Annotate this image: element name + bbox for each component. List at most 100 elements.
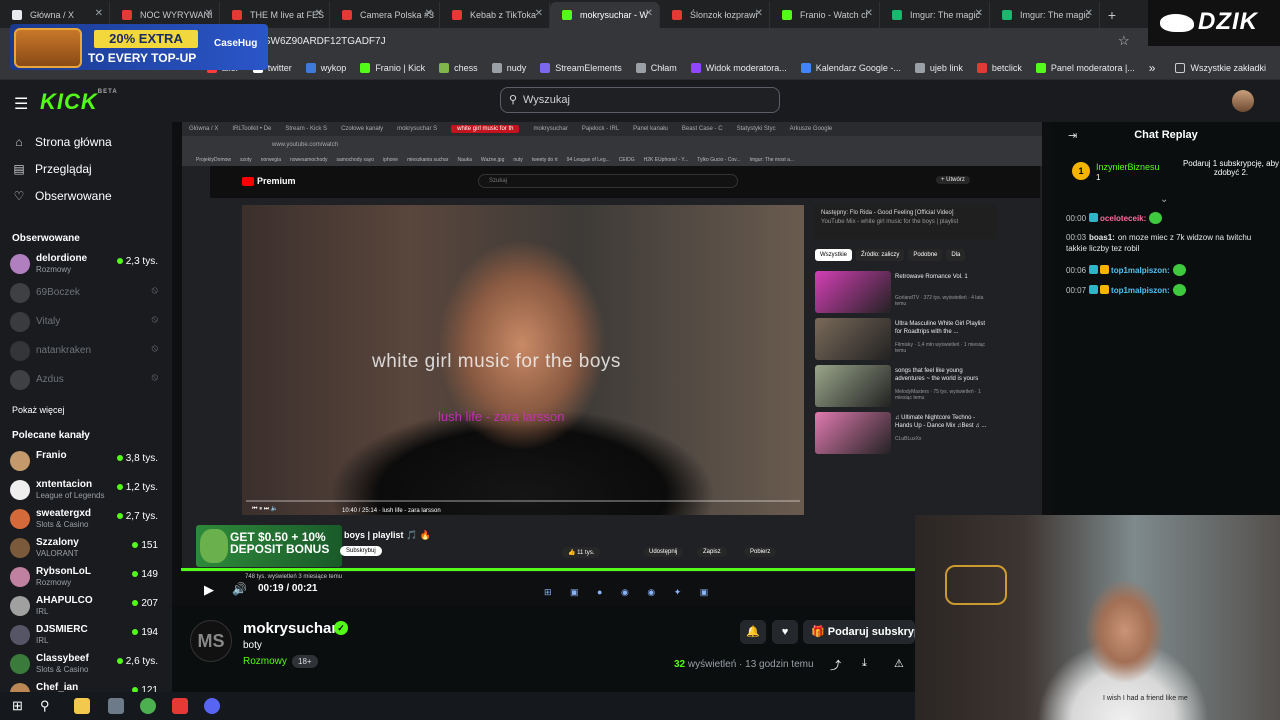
followed-channel[interactable]: 69Boczek ⦸ xyxy=(10,280,162,306)
followed-channel[interactable]: Vitaly ⦸ xyxy=(10,309,162,335)
url-field[interactable]: M0SW6Z90ARDF12TGADF7J xyxy=(250,33,1140,51)
chat-username[interactable]: top1malpiszon: xyxy=(1111,266,1170,275)
recommended-video: ♫ Ultimate Nightcore Techno - Hands Up -… xyxy=(815,412,995,456)
browser-tab[interactable]: Imgur: The magic ✕ xyxy=(990,2,1100,28)
live-dot-icon xyxy=(116,258,123,264)
taskbar-search-icon[interactable]: ⚲ xyxy=(40,698,56,714)
follow-heart-button[interactable]: ♥ xyxy=(772,620,798,644)
recommended-channel[interactable]: Franio 3,8 tys. xyxy=(10,448,162,474)
bookmark-item[interactable]: Franio | Kick xyxy=(360,62,425,73)
vod-stats: 32 wyświetleń · 13 godzin temu xyxy=(674,659,814,670)
tab-close-icon[interactable]: ✕ xyxy=(755,8,763,19)
app-icon[interactable] xyxy=(108,698,124,714)
player-time: 00:19 / 00:21 xyxy=(258,583,318,594)
bookmark-star-icon[interactable]: ☆ xyxy=(1118,33,1130,49)
viewer-count: 1,2 tys. xyxy=(116,482,158,493)
tab-close-icon[interactable]: ✕ xyxy=(645,8,653,19)
tab-close-icon[interactable]: ✕ xyxy=(865,8,873,19)
bookmark-item[interactable]: Widok moderatora... xyxy=(690,62,787,73)
bookmark-item[interactable]: ujeb link xyxy=(914,62,963,73)
followed-channel[interactable]: delordione Rozmowy 2,3 tys. xyxy=(10,251,162,277)
chat-emote-icon xyxy=(1149,212,1163,224)
bookmark-item[interactable]: wykop xyxy=(305,62,346,73)
recommended-channel[interactable]: xntentacion League of Legends 1,2 tys. xyxy=(10,477,162,503)
notification-bell-button[interactable]: 🔔 xyxy=(740,620,766,644)
inner-tab: Pajelock - IRL xyxy=(581,126,620,132)
bookmark-item[interactable]: chess xyxy=(439,62,478,73)
video-text-overlay: white girl music for the boys xyxy=(372,351,621,372)
nav-item[interactable]: ♡ Obserwowane xyxy=(12,189,112,203)
pinned-gift-message: 1 InzynierBiznesu 1 Podaruj 1 subskrypcj… xyxy=(1064,158,1279,188)
bookmark-item[interactable]: Kalendarz Google -... xyxy=(800,62,901,73)
kick-progress-bar[interactable] xyxy=(181,568,915,571)
browser-tab[interactable]: mokrysuchar - W ✕ xyxy=(550,2,660,28)
show-more-link[interactable]: Pokaż więcej xyxy=(12,405,65,415)
volume-icon[interactable]: 🔊 xyxy=(232,582,247,596)
browser-tab[interactable]: Camera Polska #3 ✕ xyxy=(330,2,440,28)
browser-tab[interactable]: Imgur: The magic ✕ xyxy=(880,2,990,28)
promo-brand: CaseHug xyxy=(214,38,258,49)
recommended-channel[interactable]: Classybeef Slots & Casino 2,6 tys. xyxy=(10,651,162,677)
recommended-channel[interactable]: DJSMIERC IRL 194 xyxy=(10,622,162,648)
bookmarks-more-icon[interactable]: » xyxy=(1149,61,1156,75)
chat-username[interactable]: oceloteceik: xyxy=(1100,214,1146,223)
download-icon[interactable]: ⤓ xyxy=(862,657,867,670)
bookmark-item[interactable]: StreamElements xyxy=(540,62,622,73)
chat-scroll-icon[interactable]: ⌄ xyxy=(1160,194,1168,205)
tab-close-icon[interactable]: ✕ xyxy=(95,8,103,19)
chrome-icon[interactable] xyxy=(140,698,156,714)
tab-close-icon[interactable]: ✕ xyxy=(975,8,983,19)
app-red-icon[interactable] xyxy=(172,698,188,714)
channel-category: League of Legends xyxy=(36,491,105,500)
tab-close-icon[interactable]: ✕ xyxy=(535,8,543,19)
tab-close-icon[interactable]: ✕ xyxy=(205,8,213,19)
report-icon[interactable]: ⚠ xyxy=(894,657,904,670)
pinned-user[interactable]: InzynierBiznesu xyxy=(1096,162,1160,172)
browser-tab[interactable]: Kebab z TikToka ✕ xyxy=(440,2,550,28)
nav-item[interactable]: ▤ Przeglądaj xyxy=(12,162,91,176)
chat-username[interactable]: boas1: xyxy=(1089,233,1115,242)
recommended-channel[interactable]: RybsonLoL Rozmowy 149 xyxy=(10,564,162,590)
recommended-channel[interactable]: sweatergxd Slots & Casino 2,7 tys. xyxy=(10,506,162,532)
bookmark-favicon-icon xyxy=(491,62,502,73)
inner-bookmark: norwegia xyxy=(260,157,281,163)
new-tab-button[interactable]: + xyxy=(1100,2,1124,28)
bookmark-label: nudy xyxy=(506,62,527,73)
followed-channel[interactable]: natankraken ⦸ xyxy=(10,338,162,364)
category-link[interactable]: Rozmowy xyxy=(243,656,287,667)
play-icon[interactable]: ▶ xyxy=(204,582,214,598)
live-dot-icon xyxy=(132,571,139,577)
nav-item[interactable]: ⌂ Strona główna xyxy=(12,135,111,149)
channel-avatar xyxy=(10,283,30,303)
bookmark-item[interactable]: Chłam xyxy=(635,62,677,73)
all-bookmarks[interactable]: Wszystkie zakładki xyxy=(1175,62,1266,73)
recommended-channel[interactable]: Szzalony VALORANT 151 xyxy=(10,535,162,561)
bookmark-item[interactable]: betclick xyxy=(976,62,1022,73)
tab-close-icon[interactable]: ✕ xyxy=(1085,8,1093,19)
channel-name[interactable]: mokrysuchar xyxy=(243,620,337,637)
hamburger-menu-icon[interactable]: ☰ xyxy=(14,94,28,114)
share-icon[interactable]: ⤴ xyxy=(830,657,841,673)
chat-username[interactable]: top1malpiszon: xyxy=(1111,286,1170,295)
followed-channel[interactable]: Azdus ⦸ xyxy=(10,367,162,393)
tab-close-icon[interactable]: ✕ xyxy=(315,8,323,19)
filter-chips: Wszystkie Źródło: zaliczy Podobne Dla xyxy=(815,249,969,261)
discord-icon[interactable] xyxy=(204,698,220,714)
windows-start-icon[interactable]: ⊞ xyxy=(12,698,28,714)
chat-message: 00:07 top1malpiszon: xyxy=(1066,284,1274,296)
tab-title: Imgur: The magic xyxy=(1020,10,1090,20)
tab-close-icon[interactable]: ✕ xyxy=(425,8,433,19)
viewer-count: 207 xyxy=(132,598,158,609)
channel-avatar[interactable]: MS xyxy=(190,620,232,662)
search-input[interactable]: ⚲ Wyszukaj xyxy=(500,87,780,113)
kick-logo[interactable]: KICKBETA xyxy=(40,89,118,115)
file-explorer-icon[interactable] xyxy=(74,698,90,714)
bookmark-item[interactable]: Panel moderatora |... xyxy=(1035,62,1135,73)
bookmark-item[interactable]: nudy xyxy=(491,62,527,73)
gift-subscription-button[interactable]: 🎁 Podaruj subskrypcje xyxy=(803,620,915,644)
inner-tab: Arkusze Google xyxy=(789,126,833,132)
user-avatar[interactable] xyxy=(1232,90,1254,112)
browser-tab[interactable]: Franio - Watch cl ✕ xyxy=(770,2,880,28)
recommended-channel[interactable]: AHAPULCO IRL 207 xyxy=(10,593,162,619)
browser-tab[interactable]: Ślonzok łozprawi ✕ xyxy=(660,2,770,28)
